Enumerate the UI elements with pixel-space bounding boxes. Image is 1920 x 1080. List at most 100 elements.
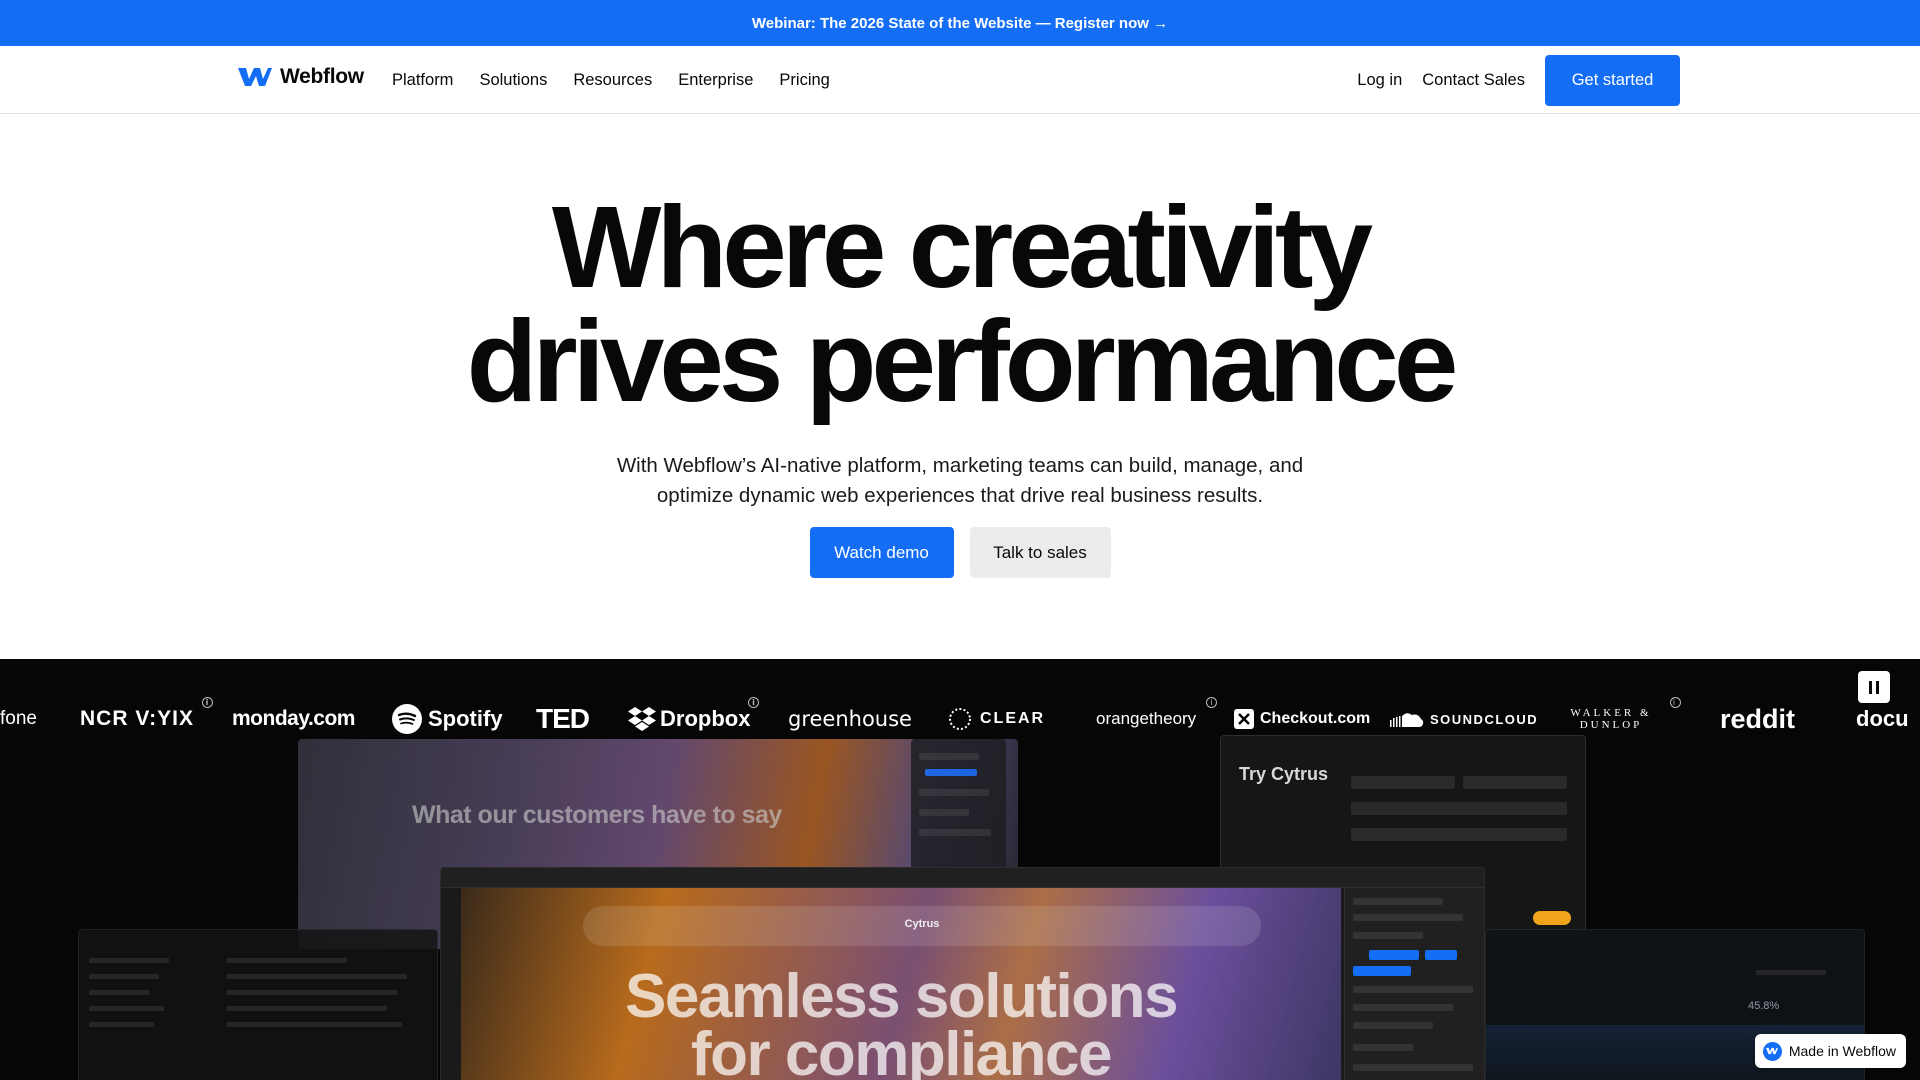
style-chip (1369, 950, 1419, 960)
cms-row (89, 990, 149, 995)
customer-logo-spotify: Spotify (392, 695, 503, 743)
style-row (1353, 1044, 1413, 1051)
pause-button[interactable] (1858, 671, 1890, 703)
logo-text-soundcloud: SOUNDCLOUD (1430, 711, 1539, 727)
nav-actions: Log in Contact Sales Get started (1357, 46, 1680, 114)
customer-logo-clear: CLEAR (948, 695, 1045, 743)
canvas-navbar: Cytrus (583, 906, 1261, 946)
hero-subtitle: With Webflow’s AI-native platform, marke… (560, 451, 1360, 511)
contact-sales-link[interactable]: Contact Sales (1422, 71, 1525, 90)
nav-link-solutions[interactable]: Solutions (479, 71, 547, 90)
cms-row (89, 1006, 164, 1011)
webflow-logo[interactable]: Webflow (238, 65, 364, 89)
made-in-webflow-label: Made in Webflow (1788, 1043, 1896, 1059)
primary-nav-links: Platform Solutions Resources Enterprise … (392, 46, 830, 114)
top-navigation: Webflow Platform Solutions Resources Ent… (0, 46, 1920, 114)
customer-logo-ted: TED (536, 695, 590, 743)
watch-demo-button[interactable]: Watch demo (809, 527, 954, 578)
style-row (1353, 1022, 1433, 1029)
hero-title-line-1: Where creativity (551, 182, 1373, 312)
dropbox-icon (628, 707, 656, 731)
hero-title-line-2: drives performance (466, 296, 1459, 426)
cms-row (227, 1006, 387, 1011)
designer-screenshot: Cytrus Seamless solutions for compliance (440, 867, 1485, 1080)
designer-canvas: Cytrus Seamless solutions for compliance (461, 888, 1341, 1080)
logo-text-vodafone: fone (0, 708, 37, 729)
logo-text-clear: CLEAR (980, 710, 1046, 727)
customer-logo-monday: monday.com (232, 695, 355, 743)
canvas-heading: Seamless solutions for compliance (461, 966, 1341, 1080)
panel-chip (925, 769, 977, 776)
style-row (1353, 932, 1423, 939)
info-icon[interactable]: i (1670, 697, 1681, 708)
cms-row (227, 974, 407, 979)
customer-logo-greenhouse: greenhouse (788, 695, 912, 743)
canvas-heading-line-2: for compliance (691, 1020, 1113, 1080)
clear-logo-icon (949, 708, 971, 730)
cms-row (89, 958, 169, 963)
nav-link-pricing[interactable]: Pricing (779, 71, 829, 90)
customer-logo-vodafone: fone (0, 695, 37, 743)
get-started-button[interactable]: Get started (1545, 54, 1680, 106)
announcement-banner[interactable]: Webinar: The 2026 State of the Website —… (0, 0, 1920, 46)
panel-row (919, 789, 989, 796)
login-link[interactable]: Log in (1357, 71, 1402, 90)
form-title: Try Cytrus (1239, 764, 1329, 784)
style-chip (1353, 966, 1411, 976)
logo-text-monday: monday.com (232, 707, 355, 730)
panel-row (919, 809, 969, 816)
hero-subtitle-line-1: With Webflow’s AI-native platform, marke… (616, 454, 1304, 477)
cms-row (89, 974, 159, 979)
webflow-logo-icon (238, 68, 272, 86)
form-field (1351, 828, 1567, 841)
brand-name: Webflow (280, 65, 364, 88)
logo-text-ted: TED (536, 703, 590, 734)
logo-text-walker-dunlop: WALKER & DUNLOP (1570, 707, 1652, 731)
logo-text-orangetheory: orangetheory (1096, 709, 1197, 728)
spotify-icon (392, 704, 422, 734)
talk-to-sales-button[interactable]: Talk to sales (969, 527, 1111, 578)
soundcloud-icon (1390, 713, 1424, 727)
nav-link-enterprise[interactable]: Enterprise (678, 71, 753, 90)
style-row (1353, 914, 1463, 921)
style-row (1353, 898, 1443, 905)
hero-cta-group: Watch demo Talk to sales (0, 527, 1920, 578)
designer-toolbar (441, 868, 1484, 888)
panel-row (919, 753, 979, 760)
made-in-webflow-badge[interactable]: Made in Webflow (1754, 1034, 1906, 1068)
signup-pill (1533, 911, 1571, 925)
logo-text-checkout: Checkout.com (1260, 710, 1371, 727)
style-panel (1344, 888, 1484, 1080)
cms-collections-screenshot (78, 929, 438, 1080)
form-field (1351, 802, 1567, 815)
info-icon[interactable]: i (202, 697, 213, 708)
pause-icon (1869, 680, 1872, 694)
logo-text-dropbox: Dropbox (660, 706, 751, 731)
nav-link-resources[interactable]: Resources (573, 71, 652, 90)
info-icon[interactable]: i (1206, 697, 1217, 708)
customer-logo-orangetheory: orangetheory i (1096, 695, 1217, 743)
customer-logo-checkout: Checkout.com (1234, 695, 1370, 743)
customer-logo-walker-dunlop: WALKER & DUNLOP i (1566, 695, 1681, 743)
customer-logo-dropbox: Dropbox i (628, 695, 759, 743)
panel-row (919, 829, 991, 836)
style-chip (1425, 950, 1457, 960)
info-icon[interactable]: i (748, 697, 759, 708)
nav-link-platform[interactable]: Platform (392, 71, 453, 90)
style-row (1353, 1004, 1453, 1011)
style-row (1353, 1064, 1473, 1071)
checkout-icon (1234, 709, 1254, 729)
hero-subtitle-line-2: optimize dynamic web experiences that dr… (656, 484, 1264, 507)
cms-row (227, 990, 397, 995)
logo-text-docusign: docu (1856, 706, 1909, 731)
customer-logo-ncr-voyix: NCR V:YIX i (80, 695, 213, 743)
webinar-link[interactable]: Webinar: The 2026 State of the Website —… (752, 15, 1168, 32)
logo-text-greenhouse: greenhouse (788, 707, 912, 731)
webflow-badge-icon (1762, 1041, 1782, 1061)
cms-row (227, 958, 347, 963)
logo-text-reddit: reddit (1720, 703, 1796, 734)
form-field (1351, 776, 1455, 789)
analytics-row (1756, 970, 1826, 975)
customer-logo-marquee: fone NCR V:YIX i monday.com Spotify TED … (0, 695, 1920, 743)
product-showcase: fone NCR V:YIX i monday.com Spotify TED … (0, 659, 1920, 1080)
